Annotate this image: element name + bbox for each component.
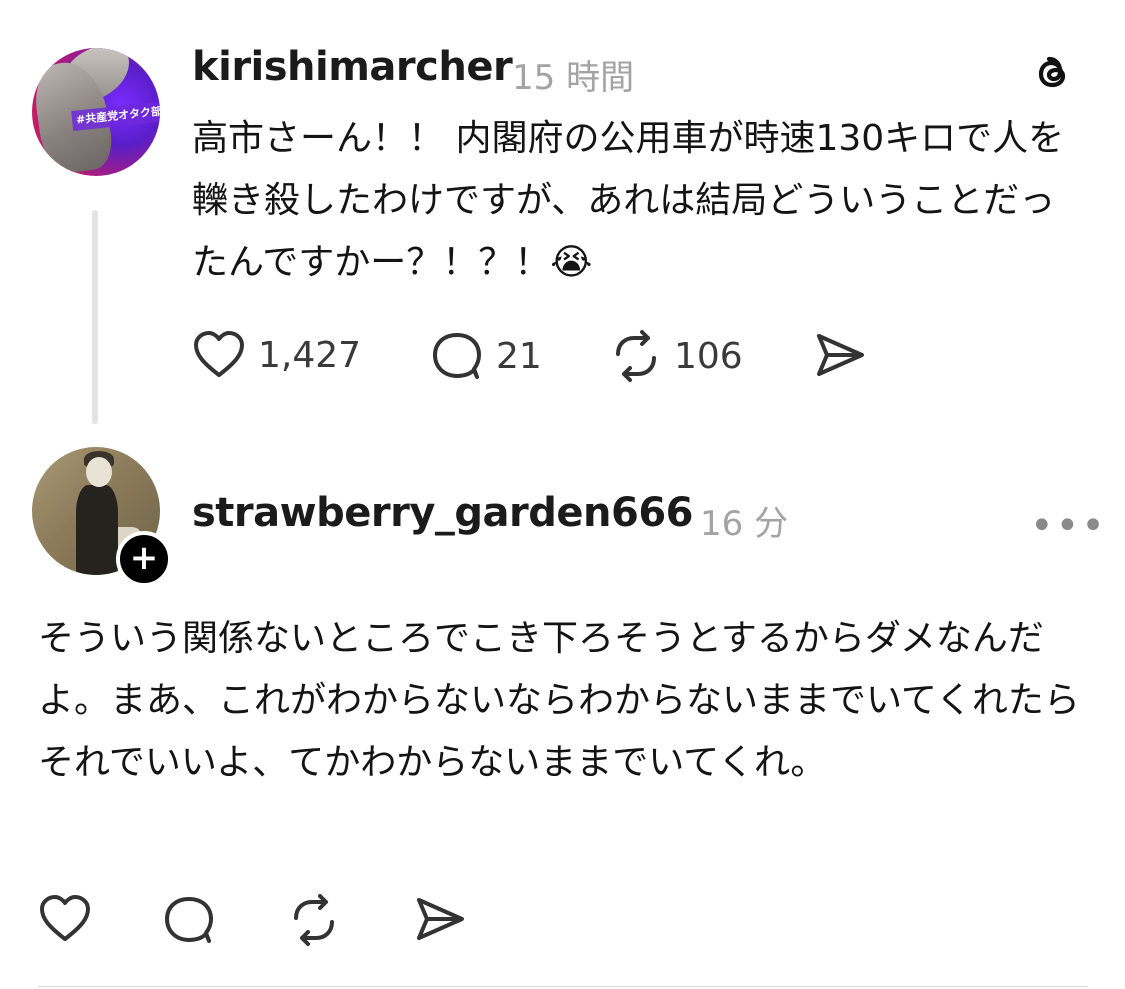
avatar[interactable]: #共産党オタク部 (32, 48, 160, 176)
post-body: 高市さーん！！ 内閣府の公用車が時速130キロで人を轢き殺したわけですが、あれは… (192, 118, 1065, 283)
reply-body: そういう関係ないところでこき下ろそうとするからダメなんだよ。まあ、これがわからな… (38, 618, 1080, 783)
reply-share-button[interactable] (414, 894, 466, 944)
comment-button[interactable]: 21 (430, 330, 542, 382)
heart-icon (38, 894, 92, 944)
repost-icon (610, 330, 662, 382)
reply-timestamp: 16 分 (700, 504, 789, 544)
follow-plus-icon[interactable]: + (116, 531, 172, 587)
repost-count: 106 (674, 335, 743, 377)
reply-comment-button[interactable] (162, 894, 216, 946)
like-count: 1,427 (258, 334, 362, 376)
post-username[interactable]: kirishimarcher (192, 44, 513, 90)
divider (38, 986, 1088, 987)
comment-count: 21 (496, 335, 542, 377)
like-button[interactable]: 1,427 (192, 330, 361, 380)
share-button[interactable] (814, 330, 866, 380)
share-icon (814, 330, 866, 380)
avatar-figure-art (76, 485, 118, 575)
reply-like-button[interactable] (38, 894, 92, 944)
share-icon (414, 894, 466, 944)
repost-icon (288, 894, 340, 946)
post-timestamp: 15 時間 (512, 58, 635, 98)
thread-line (92, 210, 98, 424)
comment-icon (162, 894, 216, 946)
heart-icon (192, 330, 246, 380)
threads-logo-icon[interactable] (1028, 50, 1076, 102)
comment-icon (430, 330, 484, 382)
repost-button[interactable]: 106 (610, 330, 743, 382)
more-icon[interactable]: ••• (1030, 503, 1107, 549)
reply-repost-button[interactable] (288, 894, 340, 946)
reply-username[interactable]: strawberry_garden666 (192, 490, 693, 536)
avatar-figure-art (86, 457, 112, 487)
